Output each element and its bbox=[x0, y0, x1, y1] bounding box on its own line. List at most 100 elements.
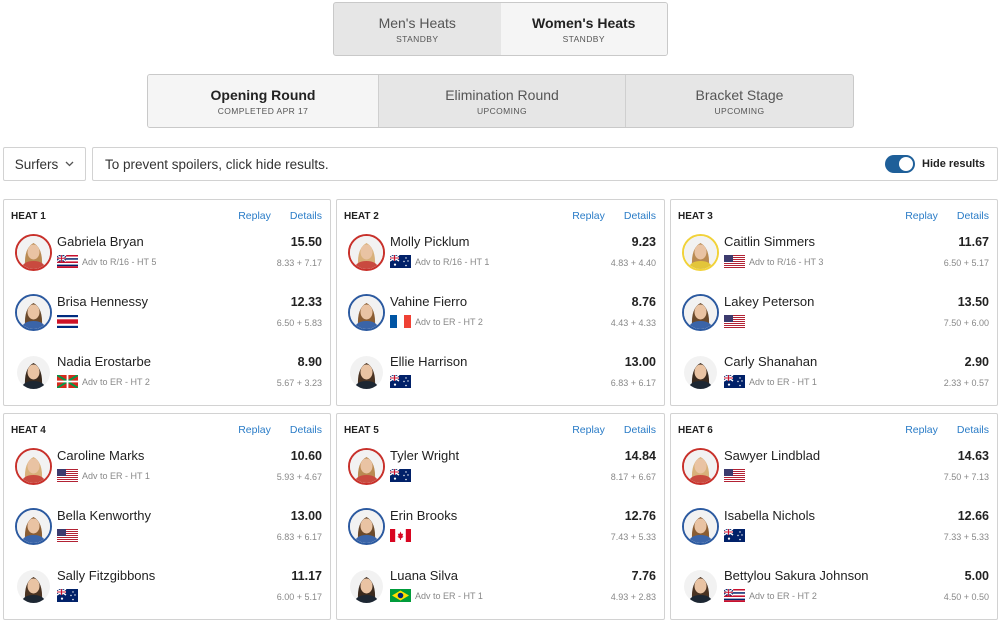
surfers-dropdown[interactable]: Surfers bbox=[3, 147, 86, 181]
surfer-meta: Adv to ER - HT 2 bbox=[57, 375, 277, 388]
surfer-row[interactable]: Nadia Erostarbe Adv to ER - HT 2 8.90 5.67 … bbox=[15, 352, 322, 412]
surfer-name[interactable]: Vahine Fierro bbox=[390, 292, 611, 312]
surfer-name[interactable]: Bella Kenworthy bbox=[57, 506, 277, 526]
surfer-row[interactable]: Gabriela Bryan Adv to R/16 - HT 5 15.50 8.3… bbox=[15, 232, 322, 292]
hawaii-flag-icon bbox=[724, 589, 749, 602]
surfer-info: Nadia Erostarbe Adv to ER - HT 2 bbox=[57, 352, 277, 388]
surfer-name[interactable]: Ellie Harrison bbox=[390, 352, 611, 372]
spoiler-notice-text: To prevent spoilers, click hide results. bbox=[105, 156, 329, 172]
surfer-row[interactable]: Molly Picklum Adv to R/16 - HT 1 9.23 4.83 … bbox=[348, 232, 656, 292]
surfer-row[interactable]: Brisa Hennessy 12.33 6.50 + 5.83 bbox=[15, 292, 322, 352]
details-link[interactable]: Details bbox=[624, 210, 656, 222]
surfer-row[interactable]: Erin Brooks 12.76 7.43 + 5.33 bbox=[348, 506, 656, 566]
surfer-row[interactable]: Lakey Peterson 13.50 7.50 + 6.00 bbox=[682, 292, 989, 352]
hide-results-toggle[interactable]: Hide results bbox=[885, 155, 985, 173]
surfer-row[interactable]: Ellie Harrison 13.00 6.83 + 6.17 bbox=[348, 352, 656, 412]
replay-link[interactable]: Replay bbox=[572, 210, 605, 222]
tab-mens-heats[interactable]: Men's Heats STANDBY bbox=[334, 3, 501, 55]
surfer-name[interactable]: Brisa Hennessy bbox=[57, 292, 277, 312]
heat-header: HEAT 1 Replay Details bbox=[11, 200, 322, 232]
replay-link[interactable]: Replay bbox=[905, 424, 938, 436]
tab-elimination-round[interactable]: Elimination Round UPCOMING bbox=[378, 75, 625, 127]
advancement-text: Adv to ER - HT 1 bbox=[415, 590, 483, 601]
surfer-row[interactable]: Isabella Nichols 12.66 7.33 + 5.33 bbox=[682, 506, 989, 566]
surfer-scores: 10.60 5.93 + 4.67 bbox=[277, 446, 322, 482]
surfer-avatar bbox=[15, 568, 52, 605]
surfer-name[interactable]: Sally Fitzgibbons bbox=[57, 566, 277, 586]
france-flag-icon bbox=[390, 315, 415, 328]
surfer-name[interactable]: Gabriela Bryan bbox=[57, 232, 277, 252]
surfer-scores: 14.63 7.50 + 7.13 bbox=[944, 446, 989, 482]
replay-link[interactable]: Replay bbox=[572, 424, 605, 436]
australia-flag-icon bbox=[724, 529, 749, 542]
surfer-name[interactable]: Tyler Wright bbox=[390, 446, 611, 466]
surfer-row[interactable]: Vahine Fierro Adv to ER - HT 2 8.76 4.43 + … bbox=[348, 292, 656, 352]
surfer-info: Isabella Nichols bbox=[724, 506, 944, 542]
surfer-name[interactable]: Caitlin Simmers bbox=[724, 232, 944, 252]
surfer-name[interactable]: Erin Brooks bbox=[390, 506, 611, 526]
hide-results-label: Hide results bbox=[922, 158, 985, 170]
surfer-name[interactable]: Caroline Marks bbox=[57, 446, 277, 466]
surfer-info: Molly Picklum Adv to R/16 - HT 1 bbox=[390, 232, 611, 268]
surfer-row[interactable]: Sawyer Lindblad 14.63 7.50 + 7.13 bbox=[682, 446, 989, 506]
replay-link[interactable]: Replay bbox=[238, 210, 271, 222]
details-link[interactable]: Details bbox=[290, 210, 322, 222]
surfer-meta: Adv to ER - HT 1 bbox=[390, 589, 611, 602]
tab-opening-round[interactable]: Opening Round COMPLETED APR 17 bbox=[148, 75, 378, 127]
surfer-row[interactable]: Sally Fitzgibbons 11.17 6.00 + 5.17 bbox=[15, 566, 322, 624]
heat-total-score: 12.66 bbox=[957, 509, 989, 523]
surfer-scores: 8.76 4.43 + 4.33 bbox=[611, 292, 656, 328]
surfer-avatar bbox=[15, 354, 52, 391]
gender-tabs: Men's Heats STANDBY Women's Heats STANDB… bbox=[333, 2, 668, 56]
surfer-avatar bbox=[682, 354, 719, 391]
details-link[interactable]: Details bbox=[290, 424, 322, 436]
usa-flag-icon bbox=[57, 529, 82, 542]
tab-bracket-stage[interactable]: Bracket Stage UPCOMING bbox=[625, 75, 853, 127]
surfer-scores: 11.67 6.50 + 5.17 bbox=[944, 232, 989, 268]
canada-flag-icon bbox=[390, 529, 415, 542]
surfer-name[interactable]: Bettylou Sakura Johnson bbox=[724, 566, 944, 586]
surfer-avatar bbox=[348, 294, 385, 331]
surfer-info: Sawyer Lindblad bbox=[724, 446, 944, 482]
heat-total-score: 14.84 bbox=[624, 449, 656, 463]
surfer-avatar bbox=[15, 448, 52, 485]
heat-total-score: 11.67 bbox=[958, 235, 989, 249]
replay-link[interactable]: Replay bbox=[238, 424, 271, 436]
tab-womens-heats[interactable]: Women's Heats STANDBY bbox=[500, 3, 667, 55]
surfer-name[interactable]: Carly Shanahan bbox=[724, 352, 944, 372]
surfer-scores: 9.23 4.83 + 4.40 bbox=[611, 232, 656, 268]
surfer-name[interactable]: Luana Silva bbox=[390, 566, 611, 586]
surfer-row[interactable]: Tyler Wright 14.84 8.17 + 6.67 bbox=[348, 446, 656, 506]
details-link[interactable]: Details bbox=[957, 424, 989, 436]
surfer-row[interactable]: Luana Silva Adv to ER - HT 1 7.76 4.93 + 2.… bbox=[348, 566, 656, 624]
tab-title: Bracket Stage bbox=[695, 86, 784, 103]
wave-scores: 5.93 + 4.67 bbox=[276, 472, 322, 482]
surfer-row[interactable]: Carly Shanahan Adv to ER - HT 1 2.90 2.33 +… bbox=[682, 352, 989, 412]
tab-status: COMPLETED APR 17 bbox=[217, 105, 309, 116]
tab-status: UPCOMING bbox=[477, 105, 527, 116]
surfer-meta: Adv to R/16 - HT 1 bbox=[390, 255, 611, 268]
surfer-row[interactable]: Caroline Marks Adv to ER - HT 1 10.60 5.93 … bbox=[15, 446, 322, 506]
surfer-name[interactable]: Sawyer Lindblad bbox=[724, 446, 944, 466]
surfer-name[interactable]: Isabella Nichols bbox=[724, 506, 944, 526]
surfer-row[interactable]: Caitlin Simmers Adv to R/16 - HT 3 11.67 6.… bbox=[682, 232, 989, 292]
toggle-switch[interactable] bbox=[885, 155, 916, 173]
surfer-row[interactable]: Bella Kenworthy 13.00 6.83 + 6.17 bbox=[15, 506, 322, 566]
replay-link[interactable]: Replay bbox=[905, 210, 938, 222]
surfer-name[interactable]: Nadia Erostarbe bbox=[57, 352, 277, 372]
heat-card-5: HEAT 5 Replay Details Tyler Wright 14.84 8.17… bbox=[336, 413, 665, 620]
usa-flag-icon bbox=[724, 469, 749, 482]
details-link[interactable]: Details bbox=[957, 210, 989, 222]
wave-scores: 7.43 + 5.33 bbox=[610, 532, 656, 542]
details-link[interactable]: Details bbox=[624, 424, 656, 436]
surfer-avatar bbox=[682, 508, 719, 545]
heat-total-score: 15.50 bbox=[290, 235, 322, 249]
surfer-row[interactable]: Bettylou Sakura Johnson Adv to ER - HT 2 5… bbox=[682, 566, 989, 624]
usa-flag-icon bbox=[724, 315, 749, 328]
heat-card-6: HEAT 6 Replay Details Sawyer Lindblad 14.63 7… bbox=[670, 413, 998, 620]
heat-total-score: 8.90 bbox=[297, 355, 322, 369]
basque-flag-icon bbox=[57, 375, 82, 388]
surfer-name[interactable]: Molly Picklum bbox=[390, 232, 611, 252]
surfer-name[interactable]: Lakey Peterson bbox=[724, 292, 944, 312]
heat-card-2: HEAT 2 Replay Details Molly Picklum Adv to R… bbox=[336, 199, 665, 406]
